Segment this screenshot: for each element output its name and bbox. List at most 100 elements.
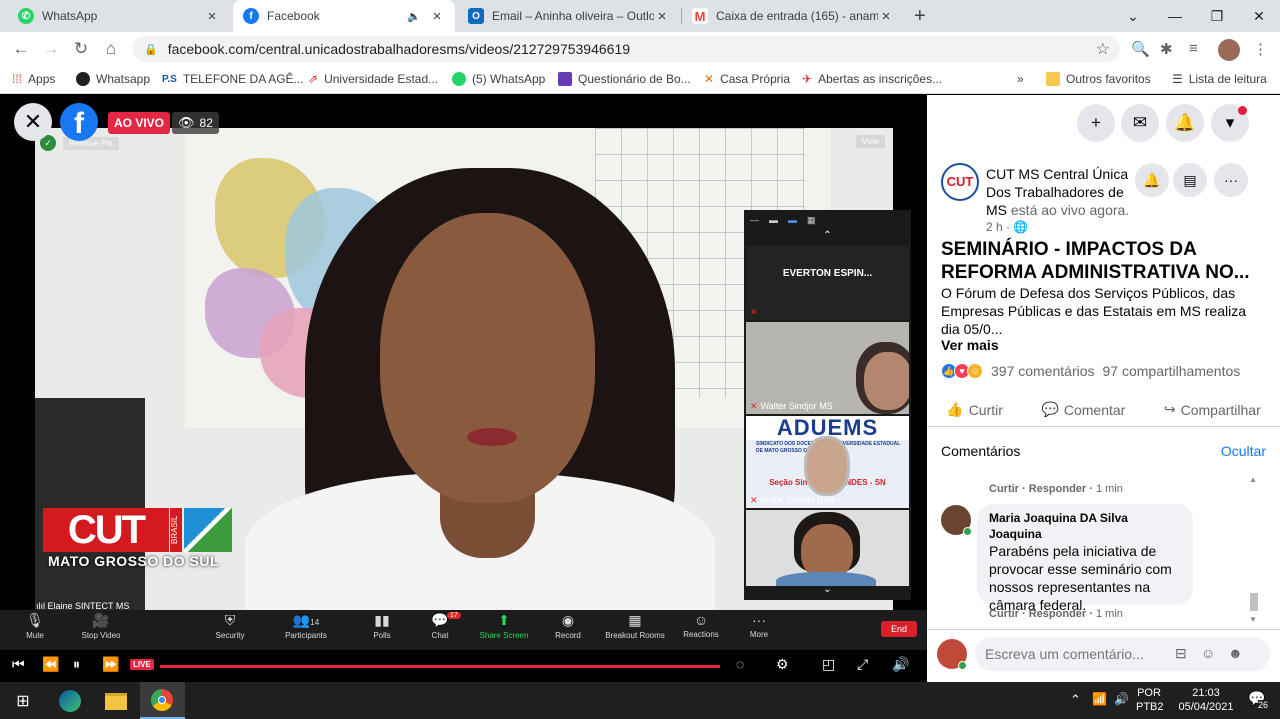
shares-count[interactable]: 97 compartilhamentos [1103,363,1241,379]
profile-avatar[interactable] [1218,39,1240,61]
search-lens-icon[interactable]: 🔍 [1131,40,1150,58]
comment-like-link[interactable]: Curtir [989,608,1019,619]
tab-whatsapp[interactable]: ✆ WhatsApp × [8,0,230,32]
volume-icon[interactable]: 🔊 [892,656,909,673]
media-control-icon[interactable]: ≡ [1189,40,1198,57]
scrollbar-thumb[interactable] [1250,593,1258,611]
participant-tile[interactable]: ✕ Walter Sindjor MS [746,322,909,414]
bookmark-lista-leitura[interactable]: ☰ Lista de leitura [1172,72,1267,86]
scroll-up-icon[interactable]: ⌃ [744,230,911,244]
bookmark-whatsapp[interactable]: Whatsapp [76,72,150,86]
create-button[interactable]: + [1077,104,1115,142]
maximize-icon[interactable]: ❐ [1196,8,1238,25]
share-button[interactable]: ↪ Compartilhar [1164,401,1261,418]
mute-button[interactable]: 🎙 Mute [0,612,70,640]
participant-tile[interactable]: ADUEMS SINDICATO DOS DOCENTES DA UNIVERS… [746,416,909,508]
comments-count[interactable]: 397 comentários [991,363,1095,379]
see-more-link[interactable]: Ver mais [941,337,999,353]
live-indicator[interactable]: LIVE [130,659,154,670]
tab-gmail[interactable]: M Caixa de entrada (165) - anamari × [682,0,904,32]
extensions-icon[interactable]: ✱ [1160,40,1173,58]
fast-forward-icon[interactable]: ⏩ [102,656,119,673]
chrome-taskbar-button[interactable] [140,682,185,719]
bookmark-apps[interactable]: ⁞⁞⁞ Apps [12,72,55,86]
like-button[interactable]: 👍 Curtir [946,401,1003,418]
wifi-icon[interactable]: 📶 [1092,692,1107,706]
bookmark-questionario[interactable]: Questionário de Bo... [558,72,691,86]
bookmark-abertas[interactable]: ✈ Abertas as inscrições... [802,72,942,86]
comment-like-link[interactable]: Curtir [989,483,1019,495]
avatar-sticker-icon[interactable]: ☻ [1228,645,1243,661]
bookmark-casa-propria[interactable]: ✕ Casa Própria [704,72,790,86]
post-options-button[interactable]: ··· [1214,163,1248,197]
chat-toggle-icon[interactable]: ◌ [736,656,744,672]
new-tab-icon[interactable]: + [914,5,926,28]
forward-icon[interactable]: → [36,39,66,59]
comment-input[interactable] [975,637,1270,671]
menu-icon[interactable]: ⋮ [1253,40,1268,58]
notifications-button[interactable]: 🔔 [1166,104,1204,142]
speaker-view-icon[interactable]: ▬ [788,215,797,225]
bookmark-outros[interactable]: Outros favoritos [1046,72,1151,86]
minimize-panel-icon[interactable]: — [750,215,759,225]
bookmark-star-icon[interactable]: ☆ [1096,39,1110,59]
close-tab-icon[interactable]: × [654,8,670,25]
reactions-summary[interactable]: 👍 ♥ ☺ 397 comentários 97 compartilhament… [941,361,1240,381]
participant-tile[interactable] [746,510,909,586]
comment-reply-link[interactable]: Responder [1029,483,1086,495]
bookmark-telefone[interactable]: P.S TELEFONE DA AGÊ... [162,72,304,86]
comments-scrollbar[interactable]: ▲ ▼ [1249,475,1259,625]
scroll-up-arrow-icon[interactable]: ▲ [1249,475,1257,484]
language-indicator[interactable]: POR PTB2 [1136,686,1164,714]
chat-button[interactable]: 💬 17 Chat [405,612,475,640]
hide-video-icon[interactable]: ▬ [769,215,778,225]
audio-playing-icon[interactable]: 🔈 [407,10,421,23]
close-tab-icon[interactable]: × [878,8,894,25]
close-tab-icon[interactable]: × [204,8,220,25]
bookmark-whatsapp-5[interactable]: (5) WhatsApp [452,72,545,86]
minimize-icon[interactable]: — [1154,8,1196,24]
scroll-down-icon[interactable]: ⌄ [744,584,911,595]
file-explorer-icon[interactable] [103,688,129,714]
windows-start-icon[interactable]: ⊞ [10,688,36,714]
view-button[interactable]: View [855,135,885,148]
tab-outlook[interactable]: O Email – Aninha oliveira – Outlook × [458,0,680,32]
end-meeting-button[interactable]: End [880,621,917,637]
emoji-icon[interactable]: ☺ [1201,645,1215,661]
post-time[interactable]: 2 h · 🌐 [986,220,1028,234]
sticker-icon[interactable]: ⊟ [1175,645,1187,662]
clock[interactable]: 21:03 05/04/2021 [1174,686,1238,714]
fullscreen-icon[interactable]: ⤢ [857,656,868,673]
comment-time[interactable]: 1 min [1096,608,1123,619]
participants-button[interactable]: 👥14 Participants [271,612,341,640]
stop-video-button[interactable]: 🎥 Stop Video [66,612,136,640]
facebook-logo[interactable]: f [60,103,98,141]
follow-notify-button[interactable]: 🔔 [1135,163,1169,197]
record-button[interactable]: ◉ Record [533,612,603,640]
pause-icon[interactable]: ⏸ [73,656,80,673]
skip-back-icon[interactable]: ⏮ [12,656,25,673]
tab-facebook[interactable]: f Facebook 🔈 × [233,0,455,32]
close-tab-icon[interactable]: × [429,8,445,25]
comment-author[interactable]: Maria Joaquina DA Silva Joaquina [989,510,1181,542]
close-window-icon[interactable]: ✕ [1238,8,1280,25]
breakout-rooms-button[interactable]: ▦ Breakout Rooms [600,612,670,640]
tab-search-icon[interactable]: ⌄ [1112,8,1154,25]
edge-icon[interactable] [57,688,83,714]
volume-tray-icon[interactable]: 🔊 [1114,692,1129,706]
more-button[interactable]: ··· More [724,612,794,639]
progress-bar[interactable] [160,665,720,668]
save-button[interactable]: ▤ [1173,163,1207,197]
participant-tile[interactable]: EVERTON ESPIN... ✕ [746,246,909,320]
rewind-icon[interactable]: ⏪ [42,656,59,673]
security-button[interactable]: ⛨ Security [195,612,265,640]
reload-icon[interactable]: ↻ [66,39,96,59]
close-video-button[interactable]: ✕ [14,103,52,141]
settings-gear-icon[interactable]: ⚙ [776,656,789,673]
comment-reply-link[interactable]: Responder [1029,608,1086,619]
address-bar[interactable]: 🔒 facebook.com/central.unicadostrabalhad… [132,36,1120,62]
home-icon[interactable]: ⌂ [96,39,126,59]
show-hidden-icons-icon[interactable]: ⌃ [1070,692,1081,708]
back-icon[interactable]: ← [6,39,36,59]
share-screen-button[interactable]: ⬆ Share Screen [469,612,539,640]
